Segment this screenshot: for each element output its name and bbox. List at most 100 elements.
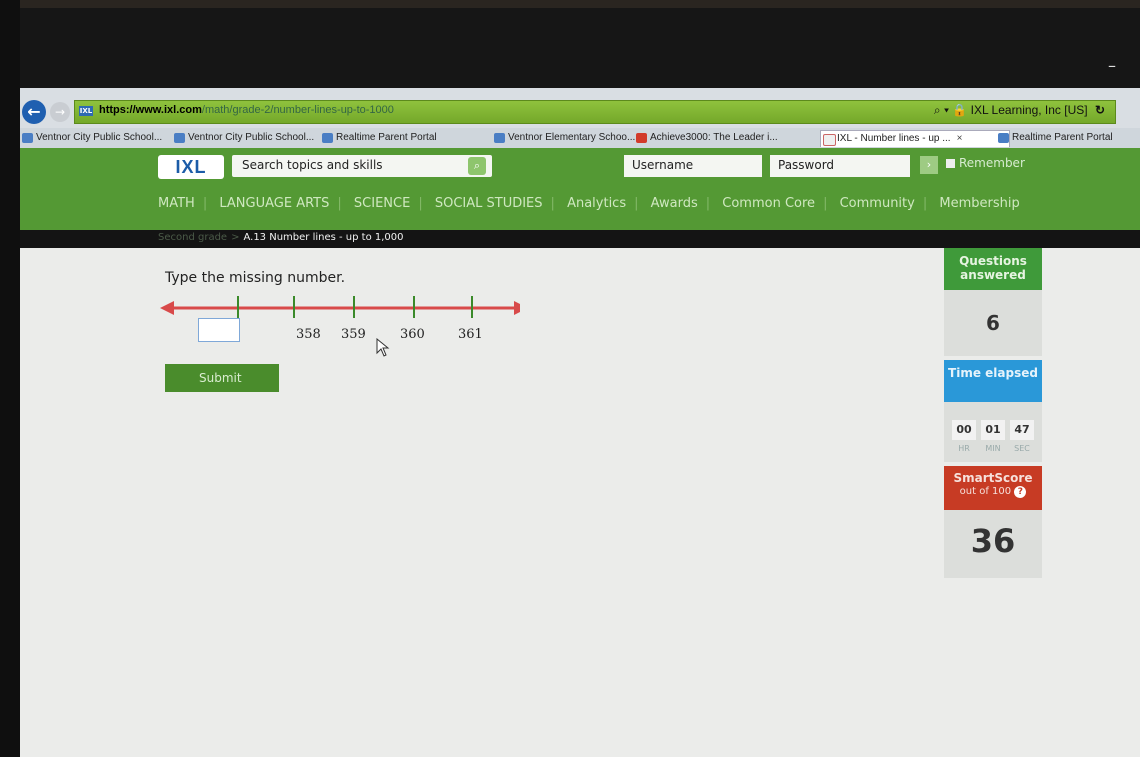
site-identity[interactable]: IXL Learning, Inc [US] [971, 103, 1088, 117]
tab-item[interactable]: Realtime Parent Portal [996, 130, 1140, 146]
nav-science[interactable]: SCIENCE [354, 196, 410, 211]
question-prompt: Type the missing number. [165, 270, 346, 286]
nav-language-arts[interactable]: LANGUAGE ARTS [219, 196, 329, 211]
nav-common-core[interactable]: Common Core [722, 196, 815, 211]
time-hours-label: HR [958, 444, 970, 453]
forward-arrow-icon[interactable]: → [50, 102, 70, 122]
refresh-icon[interactable]: ↻ [1095, 103, 1105, 117]
tab-favicon-icon [494, 133, 505, 143]
breadcrumb-separator: > [231, 232, 240, 243]
tick-label: 360 [400, 327, 425, 342]
username-placeholder: Username [632, 158, 694, 172]
tab-item[interactable]: Ventnor Elementary Schoo... [492, 130, 648, 146]
mouse-cursor-icon [376, 338, 390, 357]
address-bar[interactable]: IXL https://www.ixl.com/math/grade-2/num… [74, 100, 1116, 124]
time-minutes-label: MIN [985, 444, 1001, 453]
nav-community[interactable]: Community [840, 196, 915, 211]
site-favicon-icon: IXL [79, 106, 93, 116]
nav-social-studies[interactable]: SOCIAL STUDIES [435, 196, 543, 211]
smartscore-value: 36 [944, 510, 1042, 578]
tab-item-active[interactable]: IXL - Number lines - up ... × [820, 130, 1010, 147]
remember-checkbox[interactable]: Remember [946, 156, 1025, 170]
url-scheme: https:// [99, 104, 136, 116]
nav-separator: | [337, 196, 342, 211]
nav-analytics[interactable]: Analytics [567, 196, 626, 211]
nav-separator: | [418, 196, 423, 211]
search-icon[interactable]: ⌕ [468, 157, 486, 175]
left-arrow-icon [160, 301, 174, 315]
breadcrumb-skill: A.13 Number lines - up to 1,000 [243, 232, 404, 243]
breadcrumb-grade[interactable]: Second grade [158, 232, 227, 243]
monitor-bezel-top [0, 0, 1140, 8]
help-icon[interactable]: ? [1014, 486, 1027, 498]
tab-item[interactable]: Ventnor City Public School... [20, 130, 186, 146]
tab-row: Ventnor City Public School... Ventnor Ci… [20, 128, 1140, 148]
nav-membership[interactable]: Membership [939, 196, 1019, 211]
search-icon[interactable]: ⌕ ▾ [934, 103, 949, 117]
nav-math[interactable]: MATH [158, 196, 195, 211]
tab-label: Ventnor City Public School... [188, 132, 315, 143]
tab-label: Ventnor Elementary Schoo... [508, 132, 636, 143]
breadcrumb: Second grade > A.13 Number lines - up to 1… [158, 232, 404, 243]
right-arrow-icon [514, 301, 520, 315]
time-hours: 00 [952, 420, 976, 440]
smartscore-sub-label: out of 100 [959, 486, 1012, 497]
nav-separator: | [705, 196, 711, 211]
time-seconds-label: SEC [1014, 444, 1030, 453]
desktop-background [20, 8, 1140, 100]
nav-awards[interactable]: Awards [651, 196, 698, 211]
checkbox-icon[interactable] [946, 159, 955, 168]
ixl-logo[interactable]: IXL [158, 155, 224, 179]
tab-favicon-icon [823, 134, 836, 146]
browser-nav-row: ← → IXL https://www.ixl.com/math/grade-2… [20, 98, 1140, 126]
tab-label: IXL - Number lines - up ... [837, 133, 951, 144]
nav-separator: | [922, 196, 928, 211]
tab-favicon-icon [22, 133, 33, 143]
nav-separator: | [550, 196, 555, 211]
tab-label: Realtime Parent Portal [336, 132, 437, 143]
site-header: IXL Search topics and skills ⌕ Username … [20, 148, 1140, 230]
submit-button[interactable]: Submit [165, 364, 279, 392]
nav-separator: | [202, 196, 208, 211]
tick-label: 361 [458, 327, 483, 342]
tab-favicon-icon [998, 133, 1009, 143]
practice-area: Type the missing number. 358 359 360 361… [20, 248, 1140, 757]
sign-in-arrow-button[interactable]: › [920, 156, 938, 174]
nav-separator: | [634, 196, 639, 211]
back-arrow-icon[interactable]: ← [22, 100, 46, 124]
smartscore-header: SmartScore out of 100 ? [944, 466, 1042, 510]
url-host: www.ixl.com [135, 104, 202, 116]
tab-label: Realtime Parent Portal [1012, 132, 1113, 143]
password-placeholder: Password [778, 158, 835, 172]
username-field[interactable]: Username [624, 155, 762, 177]
tab-favicon-icon [636, 133, 647, 143]
answer-input[interactable] [198, 318, 240, 342]
subject-nav: MATH | LANGUAGE ARTS | SCIENCE | SOCIAL STU… [158, 196, 1028, 211]
remember-label: Remember [959, 156, 1025, 170]
search-placeholder: Search topics and skills [242, 158, 383, 172]
monitor-bezel-left [0, 0, 20, 757]
close-icon[interactable]: × [957, 133, 963, 144]
password-field[interactable]: Password [770, 155, 910, 177]
tab-item[interactable]: Ventnor City Public School... [172, 130, 334, 146]
time-minutes: 01 [981, 420, 1005, 440]
tick-label: 358 [296, 327, 321, 342]
browser-chrome: ← → IXL https://www.ixl.com/math/grade-2… [20, 88, 1140, 148]
lock-icon: 🔒 [952, 103, 968, 117]
questions-answered-value: 6 [944, 290, 1042, 356]
smartscore-sub: out of 100 ? [944, 485, 1042, 499]
address-bar-right: ⌕ ▾ 🔒 IXL Learning, Inc [US] ↻ [934, 103, 1105, 118]
logo-text: IXL [175, 157, 207, 177]
time-seconds: 47 [1010, 420, 1034, 440]
url-path: /math/grade-2/number-lines-up-to-1000 [201, 104, 394, 116]
tab-item[interactable]: Realtime Parent Portal [320, 130, 486, 146]
tab-item[interactable]: Achieve3000: The Leader i... [634, 130, 834, 146]
time-elapsed-label: Time elapsed [944, 360, 1042, 402]
search-input[interactable]: Search topics and skills ⌕ [232, 155, 492, 177]
tab-favicon-icon [174, 133, 185, 143]
minimize-icon[interactable]: – [1108, 56, 1116, 75]
questions-answered-label: Questions answered [944, 248, 1042, 290]
time-elapsed-panel: 00 01 47 HR MIN SEC [944, 402, 1042, 462]
smartscore-label: SmartScore [953, 471, 1033, 485]
tab-favicon-icon [322, 133, 333, 143]
